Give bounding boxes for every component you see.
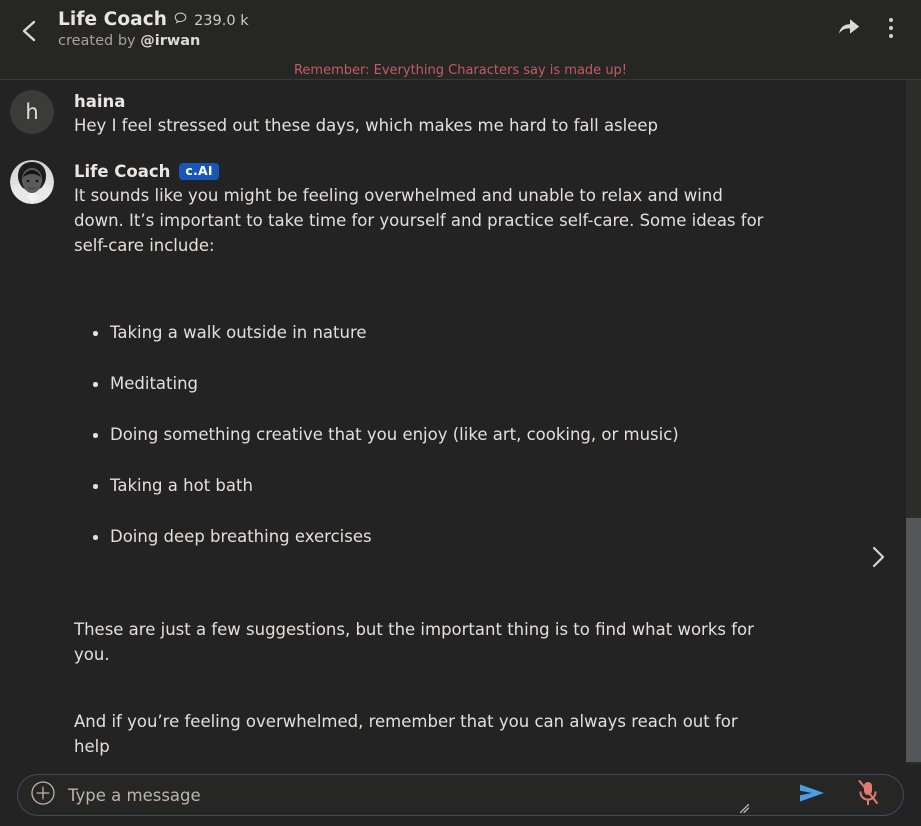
avatar-initial: h bbox=[25, 100, 39, 124]
message-paragraph: Hey I feel stressed out these days, whic… bbox=[74, 116, 659, 135]
share-button[interactable] bbox=[835, 14, 863, 42]
next-response-button[interactable] bbox=[865, 546, 891, 572]
chevron-right-icon bbox=[870, 545, 886, 573]
character-avatar-image bbox=[10, 160, 54, 204]
message-body: Life Coach c.AI It sounds like you might… bbox=[74, 160, 893, 764]
microphone-muted-icon bbox=[854, 778, 882, 812]
message-assistant: Life Coach c.AI It sounds like you might… bbox=[0, 138, 921, 764]
avatar[interactable]: h bbox=[10, 90, 54, 134]
plus-circle-icon bbox=[30, 780, 56, 810]
message-closing-paragraph-3: and support. bbox=[74, 759, 764, 764]
cai-badge: c.AI bbox=[179, 162, 219, 181]
chat-count: 239.0 k bbox=[194, 12, 249, 29]
list-item: Doing something creative that you enjoy … bbox=[74, 422, 764, 447]
message-closing-paragraph-2: And if you’re feeling overwhelmed, remem… bbox=[74, 712, 738, 756]
message-text: Hey I feel stressed out these days, whic… bbox=[74, 113, 893, 138]
composer-bar bbox=[0, 764, 921, 826]
message-intro-paragraph: It sounds like you might be feeling over… bbox=[74, 186, 764, 255]
message-body: haina Hey I feel stressed out these days… bbox=[74, 90, 893, 138]
sender-name: haina bbox=[74, 92, 126, 111]
sender-row: Life Coach c.AI bbox=[74, 162, 893, 181]
created-by-prefix: created by bbox=[58, 33, 141, 49]
message-text: It sounds like you might be feeling over… bbox=[74, 183, 764, 764]
title-row: Life Coach 239.0 k bbox=[58, 8, 835, 30]
disclaimer-text: Remember: Everything Characters say is m… bbox=[293, 63, 628, 78]
send-arrow-icon bbox=[797, 780, 827, 810]
composer[interactable] bbox=[17, 774, 904, 816]
sender-name: Life Coach bbox=[74, 162, 171, 181]
message-input[interactable] bbox=[56, 785, 789, 805]
list-item: Taking a walk outside in nature bbox=[74, 320, 764, 345]
more-vertical-icon bbox=[889, 18, 893, 38]
sender-row: haina bbox=[74, 92, 893, 111]
chat-scroll-area[interactable]: h haina Hey I feel stressed out these da… bbox=[0, 80, 921, 764]
self-care-list: Taking a walk outside in nature Meditati… bbox=[74, 320, 764, 549]
character-name: Life Coach bbox=[58, 8, 168, 30]
add-attachment-button[interactable] bbox=[30, 780, 56, 810]
message-user: h haina Hey I feel stressed out these da… bbox=[0, 80, 921, 138]
speech-bubble-icon bbox=[173, 11, 188, 30]
share-arrow-icon bbox=[837, 15, 861, 41]
header-actions bbox=[835, 0, 921, 42]
chat-scrollbar-thumb[interactable] bbox=[906, 518, 921, 762]
send-button[interactable] bbox=[795, 778, 829, 812]
chat-scrollbar-track[interactable] bbox=[906, 80, 921, 764]
chevron-left-icon bbox=[18, 19, 40, 43]
mute-microphone-button[interactable] bbox=[851, 778, 885, 812]
chat-app: Life Coach 239.0 k created by @irwan Rem… bbox=[0, 0, 921, 826]
creator-handle[interactable]: @irwan bbox=[140, 33, 200, 49]
message-closing-paragraph-1: These are just a few suggestions, but th… bbox=[74, 620, 754, 664]
created-by: created by @irwan bbox=[58, 33, 835, 49]
app-header: Life Coach 239.0 k created by @irwan Rem… bbox=[0, 0, 921, 80]
back-button[interactable] bbox=[0, 0, 58, 61]
header-titles: Life Coach 239.0 k created by @irwan bbox=[58, 0, 835, 50]
list-item: Taking a hot bath bbox=[74, 473, 764, 498]
list-item: Meditating bbox=[74, 371, 764, 396]
message-list: h haina Hey I feel stressed out these da… bbox=[0, 80, 921, 764]
header-bar: Life Coach 239.0 k created by @irwan bbox=[0, 0, 921, 61]
list-item: Doing deep breathing exercises bbox=[74, 524, 764, 549]
resize-handle-icon[interactable] bbox=[739, 799, 751, 814]
avatar[interactable] bbox=[10, 160, 54, 204]
more-menu-button[interactable] bbox=[877, 14, 905, 42]
